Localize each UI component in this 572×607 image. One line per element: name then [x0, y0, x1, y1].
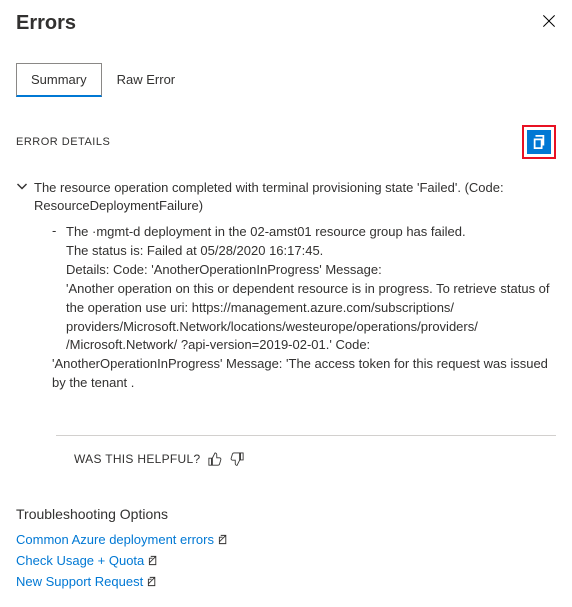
external-link-icon	[147, 576, 158, 587]
external-link-icon	[148, 555, 159, 566]
error-detail-line: 'Another operation on this or dependent …	[66, 280, 556, 355]
thumbs-up-icon[interactable]	[208, 452, 222, 466]
section-label-error-details: ERROR DETAILS	[16, 136, 110, 148]
link-new-support[interactable]: New Support Request	[16, 574, 143, 589]
copy-icon	[532, 135, 546, 149]
error-detail-text: The ·mgmt-d deployment in the 02-amst01 …	[66, 223, 556, 393]
chevron-down-icon[interactable]	[16, 179, 34, 215]
close-icon[interactable]	[542, 14, 556, 33]
error-detail-line: The status is: Failed at 05/28/2020 16:1…	[66, 242, 556, 261]
helpful-label: WAS THIS HELPFUL?	[74, 452, 200, 466]
thumbs-down-icon[interactable]	[230, 452, 244, 466]
page-title: Errors	[16, 12, 76, 35]
external-link-icon	[218, 534, 229, 545]
link-common-errors[interactable]: Common Azure deployment errors	[16, 532, 214, 547]
tab-raw-error[interactable]: Raw Error	[102, 63, 191, 97]
error-main-message: The resource operation completed with te…	[34, 179, 556, 215]
error-detail-line: Details: Code: 'AnotherOperationInProgre…	[66, 261, 556, 280]
divider	[56, 435, 556, 436]
copy-highlight	[522, 125, 556, 159]
error-detail-line: The ·mgmt-d deployment in the 02-amst01 …	[66, 223, 556, 242]
tabs: Summary Raw Error	[16, 63, 556, 97]
error-detail-line: 'AnotherOperationInProgress' Message: 'T…	[52, 355, 556, 393]
link-check-usage[interactable]: Check Usage + Quota	[16, 553, 144, 568]
troubleshoot-title: Troubleshooting Options	[16, 506, 556, 522]
copy-button[interactable]	[527, 130, 551, 154]
tab-summary[interactable]: Summary	[16, 63, 102, 97]
